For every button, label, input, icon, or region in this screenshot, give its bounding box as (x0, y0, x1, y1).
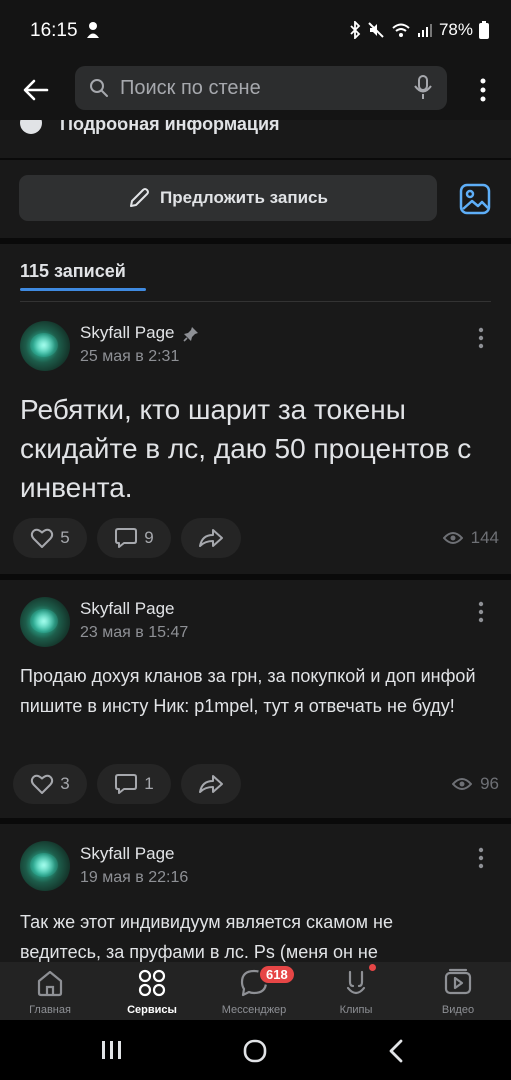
battery-percent: 78% (438, 20, 473, 39)
comment-button[interactable]: 1 (97, 764, 171, 804)
views-counter: 96 (452, 774, 499, 794)
post-text: Ребятки, кто шарит за токены скидайте в … (20, 394, 472, 503)
heart-icon (31, 774, 54, 794)
microphone-icon (414, 75, 432, 99)
comment-count: 1 (144, 774, 154, 793)
wall-post: Skyfall Page 19 мая в 22:16 Так же этот … (0, 824, 511, 962)
posts-count-tab[interactable]: 115 записей (20, 261, 126, 282)
more-vertical-icon (480, 78, 486, 102)
comment-button[interactable]: 9 (97, 518, 171, 558)
nav-label: Мессенджер (221, 1004, 287, 1016)
share-icon (199, 529, 223, 547)
person-icon (86, 21, 100, 44)
nav-label: Сервисы (127, 1004, 177, 1016)
post-text: Так же этот индивидуум является скамом н… (20, 912, 394, 962)
post-date[interactable]: 25 мая в 2:31 (80, 348, 179, 366)
avatar[interactable] (20, 321, 70, 371)
nav-clips[interactable]: Клипы (306, 962, 406, 1020)
views-count: 96 (480, 774, 499, 793)
home-button[interactable] (243, 1039, 267, 1063)
share-button[interactable] (181, 764, 241, 804)
clips-icon (346, 970, 366, 995)
views-count: 144 (470, 528, 499, 547)
post-text: Продаю дохуя кланов за грн, за покупкой … (20, 666, 476, 716)
status-time: 16:15 (30, 20, 78, 41)
post-date[interactable]: 19 мая в 22:16 (80, 869, 188, 887)
mute-icon (368, 22, 384, 38)
share-button[interactable] (181, 518, 241, 558)
search-placeholder: Поиск по стене (120, 77, 261, 99)
signal-icon (417, 24, 432, 37)
more-options-button[interactable] (471, 74, 495, 106)
bluetooth-icon (350, 21, 361, 39)
nav-home[interactable]: Главная (0, 962, 100, 1020)
messenger-badge: 618 (258, 964, 296, 985)
clips-notification-dot (369, 964, 376, 971)
views-counter: 144 (442, 528, 499, 548)
like-count: 3 (60, 774, 70, 793)
nav-label: Видео (441, 1004, 475, 1016)
comment-count: 9 (144, 528, 154, 547)
bottom-nav: Главная Сервисы Мессенджер 618 Клипы Вид… (0, 962, 511, 1020)
share-icon (199, 775, 223, 793)
avatar[interactable] (20, 841, 70, 891)
arrow-left-icon (23, 79, 49, 101)
wifi-icon (392, 23, 410, 37)
pencil-icon (130, 188, 150, 207)
image-icon (459, 183, 491, 215)
suggest-post-label: Предложить запись (160, 188, 328, 207)
back-button[interactable] (16, 72, 56, 108)
recent-apps-button[interactable] (100, 1040, 124, 1060)
heart-icon (31, 528, 54, 548)
like-button[interactable]: 3 (13, 764, 87, 804)
pin-icon (183, 326, 199, 342)
wall-post: Skyfall Page 25 мая в 2:31 Ребятки, кто … (0, 302, 511, 574)
nav-label: Клипы (339, 1004, 373, 1016)
back-nav-button[interactable] (388, 1039, 404, 1063)
battery-icon (479, 21, 489, 39)
comment-icon (115, 528, 138, 548)
eye-icon (442, 532, 463, 544)
info-strip[interactable]: Подробная информация (0, 120, 511, 158)
search-icon (90, 79, 108, 97)
more-vertical-icon (478, 327, 484, 349)
status-bar: 16:15 78% (0, 0, 511, 60)
post-author[interactable]: Skyfall Page (80, 323, 199, 343)
system-nav-bar (0, 1020, 511, 1080)
top-bar: Поиск по стене (0, 60, 511, 120)
nav-services[interactable]: Сервисы (102, 962, 202, 1020)
post-menu-button[interactable] (471, 324, 491, 352)
like-button[interactable]: 5 (13, 518, 87, 558)
search-input[interactable]: Поиск по стене (75, 66, 447, 110)
nav-label: Главная (29, 1004, 71, 1016)
nav-video[interactable]: Видео (408, 962, 508, 1020)
eye-icon (452, 778, 473, 790)
home-icon (37, 970, 63, 997)
tab-indicator (20, 288, 146, 291)
avatar[interactable] (20, 597, 70, 647)
suggest-post-button[interactable]: Предложить запись (19, 175, 437, 221)
comment-icon (115, 774, 138, 794)
more-vertical-icon (478, 847, 484, 869)
photo-button[interactable] (458, 182, 492, 221)
more-vertical-icon (478, 601, 484, 623)
post-menu-button[interactable] (471, 844, 491, 872)
wall-post: Skyfall Page 23 мая в 15:47 Продаю дохуя… (0, 580, 511, 818)
post-author[interactable]: Skyfall Page (80, 844, 175, 864)
status-icons: 78% (349, 20, 489, 40)
post-date[interactable]: 23 мая в 15:47 (80, 624, 188, 642)
info-icon (20, 120, 42, 134)
post-author[interactable]: Skyfall Page (80, 599, 175, 619)
services-icon (138, 969, 166, 997)
suggest-card: Предложить запись (0, 160, 511, 238)
info-label: Подробная информация (60, 120, 280, 134)
post-menu-button[interactable] (471, 598, 491, 626)
video-icon (444, 968, 472, 995)
like-count: 5 (60, 528, 70, 547)
